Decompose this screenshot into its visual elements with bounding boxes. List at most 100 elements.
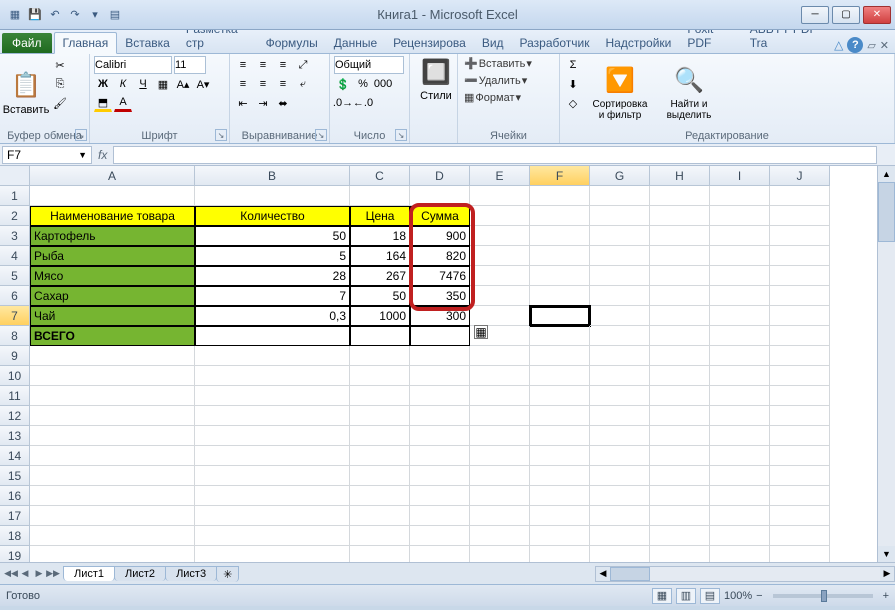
cell-D12[interactable]	[410, 406, 470, 426]
cell-E14[interactable]	[470, 446, 530, 466]
tab-view[interactable]: Вид	[474, 33, 512, 53]
cell-E3[interactable]	[470, 226, 530, 246]
clipboard-launcher-icon[interactable]: ↘	[75, 129, 87, 141]
cell-E4[interactable]	[470, 246, 530, 266]
cell-B11[interactable]	[195, 386, 350, 406]
cell-I11[interactable]	[710, 386, 770, 406]
cell-A15[interactable]	[30, 466, 195, 486]
cell-D6[interactable]: 350	[410, 286, 470, 306]
cell-G13[interactable]	[590, 426, 650, 446]
align-middle-icon[interactable]: ≡	[254, 56, 272, 74]
cell-J14[interactable]	[770, 446, 830, 466]
cell-A11[interactable]	[30, 386, 195, 406]
cell-F12[interactable]	[530, 406, 590, 426]
col-header-A[interactable]: A	[30, 166, 195, 186]
cell-D13[interactable]	[410, 426, 470, 446]
clear-icon[interactable]: ◇	[564, 94, 582, 112]
orientation-icon[interactable]: ⤢	[294, 56, 312, 74]
cell-B13[interactable]	[195, 426, 350, 446]
cell-A17[interactable]	[30, 506, 195, 526]
row-header-4[interactable]: 4	[0, 246, 30, 266]
cell-G14[interactable]	[590, 446, 650, 466]
cell-H14[interactable]	[650, 446, 710, 466]
align-left-icon[interactable]: ≡	[234, 75, 252, 93]
cell-G16[interactable]	[590, 486, 650, 506]
tab-home[interactable]: Главная	[54, 32, 118, 54]
cell-I18[interactable]	[710, 526, 770, 546]
cell-A6[interactable]: Сахар	[30, 286, 195, 306]
copy-icon[interactable]: ⎘	[51, 75, 69, 93]
minimize-ribbon-icon[interactable]: △	[834, 38, 843, 52]
cell-G18[interactable]	[590, 526, 650, 546]
zoom-level[interactable]: 100%	[724, 590, 752, 602]
cell-C4[interactable]: 164	[350, 246, 410, 266]
cell-I17[interactable]	[710, 506, 770, 526]
cell-C5[interactable]: 267	[350, 266, 410, 286]
row-header-11[interactable]: 11	[0, 386, 30, 406]
cell-G15[interactable]	[590, 466, 650, 486]
cell-G17[interactable]	[590, 506, 650, 526]
col-header-J[interactable]: J	[770, 166, 830, 186]
autofill-options-icon[interactable]: ▦	[474, 325, 488, 339]
row-header-16[interactable]: 16	[0, 486, 30, 506]
cell-G6[interactable]	[590, 286, 650, 306]
format-painter-icon[interactable]: 🖌	[51, 94, 69, 112]
cell-G4[interactable]	[590, 246, 650, 266]
cell-B9[interactable]	[195, 346, 350, 366]
cell-F6[interactable]	[530, 286, 590, 306]
row-header-6[interactable]: 6	[0, 286, 30, 306]
window-restore-icon[interactable]: ▱	[867, 39, 875, 52]
cell-C12[interactable]	[350, 406, 410, 426]
cell-F1[interactable]	[530, 186, 590, 206]
cell-A3[interactable]: Картофель	[30, 226, 195, 246]
cell-I13[interactable]	[710, 426, 770, 446]
cell-B3[interactable]: 50	[195, 226, 350, 246]
cell-C8[interactable]	[350, 326, 410, 346]
select-all-button[interactable]	[0, 166, 30, 186]
cell-D10[interactable]	[410, 366, 470, 386]
row-header-5[interactable]: 5	[0, 266, 30, 286]
cell-H17[interactable]	[650, 506, 710, 526]
cell-I14[interactable]	[710, 446, 770, 466]
cell-H12[interactable]	[650, 406, 710, 426]
col-header-G[interactable]: G	[590, 166, 650, 186]
comma-icon[interactable]: 000	[374, 75, 392, 93]
col-header-E[interactable]: E	[470, 166, 530, 186]
file-tab[interactable]: Файл	[2, 33, 52, 53]
scroll-down-icon[interactable]: ▼	[878, 546, 895, 562]
cell-I1[interactable]	[710, 186, 770, 206]
cell-F4[interactable]	[530, 246, 590, 266]
cell-B16[interactable]	[195, 486, 350, 506]
redo-icon[interactable]: ↷	[66, 6, 84, 24]
cell-I7[interactable]	[710, 306, 770, 326]
cell-J15[interactable]	[770, 466, 830, 486]
cell-D2[interactable]: Сумма	[410, 206, 470, 226]
cell-F9[interactable]	[530, 346, 590, 366]
cell-H13[interactable]	[650, 426, 710, 446]
page-break-view-icon[interactable]: ▤	[700, 588, 720, 604]
cell-B14[interactable]	[195, 446, 350, 466]
cell-F18[interactable]	[530, 526, 590, 546]
tab-addins[interactable]: Надстройки	[598, 33, 680, 53]
cell-D5[interactable]: 7476	[410, 266, 470, 286]
cell-G1[interactable]	[590, 186, 650, 206]
cell-E2[interactable]	[470, 206, 530, 226]
decrease-indent-icon[interactable]: ⇤	[234, 94, 252, 112]
row-header-7[interactable]: 7	[0, 306, 30, 326]
wrap-text-icon[interactable]: ⤶	[294, 75, 312, 93]
merge-button[interactable]: ⬌	[274, 94, 292, 112]
cell-E6[interactable]	[470, 286, 530, 306]
cell-C6[interactable]: 50	[350, 286, 410, 306]
cell-D18[interactable]	[410, 526, 470, 546]
cell-G3[interactable]	[590, 226, 650, 246]
cell-J6[interactable]	[770, 286, 830, 306]
sheet-last-icon[interactable]: ▶▶	[46, 568, 60, 579]
align-launcher-icon[interactable]: ↘	[315, 129, 327, 141]
zoom-slider[interactable]	[773, 594, 873, 598]
zoom-out-icon[interactable]: −	[756, 590, 762, 602]
cell-G2[interactable]	[590, 206, 650, 226]
qat-extra-icon[interactable]: ▤	[106, 6, 124, 24]
cell-F8[interactable]	[530, 326, 590, 346]
cell-H4[interactable]	[650, 246, 710, 266]
styles-button[interactable]: 🔲 Стили	[414, 56, 458, 102]
